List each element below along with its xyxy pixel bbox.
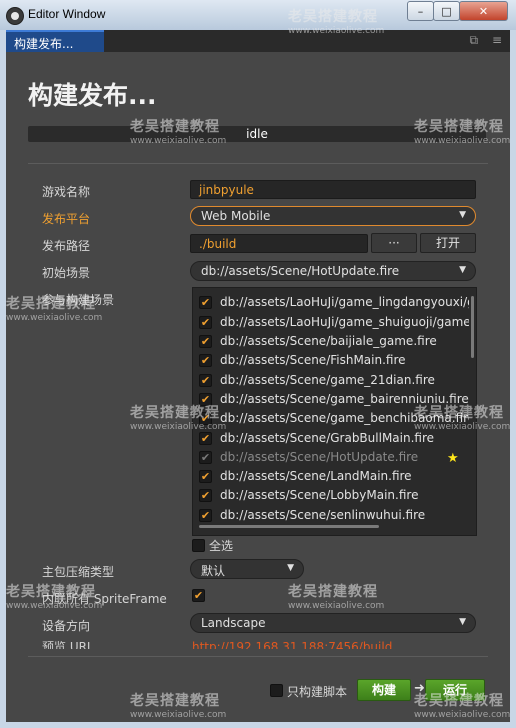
build-panel: 构建发布... idle 游戏名称 jinbpyule 发布平台 Web Mob… [6, 52, 510, 722]
scene-path: db://assets/LaoHuJi/game_shuiguoji/game_… [220, 315, 469, 329]
game-name-label: 游戏名称 [42, 185, 91, 199]
platform-value: Web Mobile [201, 209, 271, 223]
scene-path: db://assets/Scene/LobbyMain.fire [220, 488, 419, 502]
inline-spriteframe-label: 内联所有 SpriteFrame [42, 592, 167, 606]
list-item: ✔ db://assets/Scene/HotUpdate.fire [199, 449, 469, 467]
start-scene-select[interactable]: db://assets/Scene/HotUpdate.fire ▼ [190, 261, 476, 281]
scene-path: db://assets/Scene/game_bairenniuniu.fire [220, 392, 469, 406]
tab-bar: 构建发布... ⧉ ≡ [6, 30, 510, 52]
caret-down-icon: ▼ [459, 265, 466, 275]
scene-path: db://assets/Scene/game_21dian.fire [220, 373, 435, 387]
select-all-checkbox[interactable] [192, 539, 205, 552]
scene-path: db://assets/LaoHuJi/game_lingdangyouxi/g… [220, 295, 469, 309]
scene-checkbox[interactable]: ✔ [199, 374, 212, 387]
scene-path: db://assets/Scene/baijiale_game.fire [220, 334, 437, 348]
scene-checkbox[interactable]: ✔ [199, 509, 212, 522]
start-scene-label: 初始场景 [42, 266, 91, 280]
list-item[interactable]: ✔ db://assets/Scene/baijiale_game.fire [199, 333, 469, 351]
open-folder-button[interactable]: 打开 [420, 233, 476, 253]
build-status-bar: idle [28, 126, 486, 142]
build-script-only-label: 只构建脚本 [287, 685, 348, 699]
orientation-select[interactable]: Landscape ▼ [190, 613, 476, 633]
orientation-label: 设备方向 [42, 619, 91, 633]
window-titlebar: Editor Window – □ ✕ [0, 0, 516, 30]
list-item[interactable]: ✔ db://assets/LaoHuJi/game_lingdangyouxi… [199, 294, 469, 312]
caret-down-icon: ▼ [287, 563, 294, 573]
restore-icon[interactable]: ⧉ [470, 33, 479, 47]
preview-url-label: 预览 URL [42, 641, 94, 649]
window-frame-right [510, 30, 516, 728]
minimize-button[interactable]: – [407, 1, 434, 21]
scene-path: db://assets/Scene/game_benchibaoma.fire [220, 411, 469, 425]
horizontal-scrollbar[interactable] [199, 525, 379, 528]
platform-select[interactable]: Web Mobile ▼ [190, 206, 476, 226]
list-item[interactable]: ✔ db://assets/Scene/game_benchibaoma.fir… [199, 410, 469, 428]
scene-checkbox[interactable]: ✔ [199, 432, 212, 445]
compression-select[interactable]: 默认 ▼ [190, 559, 304, 579]
list-item[interactable]: ✔ db://assets/Scene/senlinwuhui.fire [199, 507, 469, 525]
run-button[interactable]: 运行 [425, 679, 485, 701]
list-item[interactable]: ✔ db://assets/Scene/LandMain.fire [199, 468, 469, 486]
included-scenes-label: 参与构建场景 [42, 293, 115, 307]
compression-label: 主包压缩类型 [42, 565, 115, 579]
caret-down-icon: ▼ [459, 617, 466, 627]
compression-value: 默认 [201, 564, 226, 578]
preview-url-link[interactable]: http://192.168.31.188:7456/build [192, 641, 392, 649]
list-item[interactable]: ✔ db://assets/LaoHuJi/game_shuiguoji/gam… [199, 314, 469, 332]
scene-checkbox[interactable]: ✔ [199, 393, 212, 406]
page-title: 构建发布... [28, 81, 157, 110]
scene-checkbox[interactable]: ✔ [199, 489, 212, 502]
start-scene-star-icon: ★ [447, 451, 459, 466]
build-button[interactable]: 构建 [357, 679, 411, 701]
build-path-label: 发布路径 [42, 239, 91, 253]
list-item[interactable]: ✔ db://assets/Scene/GrabBullMain.fire [199, 430, 469, 448]
scene-path: db://assets/Scene/senlinwuhui.fire [220, 508, 426, 522]
orientation-value: Landscape [201, 616, 266, 630]
browse-button[interactable]: ··· [371, 233, 417, 253]
scene-checkbox[interactable]: ✔ [199, 412, 212, 425]
caret-down-icon: ▼ [459, 210, 466, 220]
window-title: Editor Window [28, 7, 106, 21]
list-item[interactable]: ✔ db://assets/Scene/LobbyMain.fire [199, 487, 469, 505]
scene-checkbox[interactable]: ✔ [199, 335, 212, 348]
start-scene-value: db://assets/Scene/HotUpdate.fire [201, 264, 400, 278]
window-frame-bottom [0, 722, 516, 728]
app-logo-icon [6, 7, 24, 25]
scene-path: db://assets/Scene/GrabBullMain.fire [220, 431, 435, 445]
tab-build-publish[interactable]: 构建发布... [6, 30, 104, 52]
scene-checkbox[interactable]: ✔ [199, 316, 212, 329]
platform-label: 发布平台 [42, 212, 91, 226]
scene-checkbox[interactable]: ✔ [199, 296, 212, 309]
scene-path: db://assets/Scene/LandMain.fire [220, 469, 412, 483]
vertical-scrollbar[interactable] [471, 296, 474, 358]
list-item[interactable]: ✔ db://assets/Scene/FishMain.fire [199, 352, 469, 370]
close-button[interactable]: ✕ [459, 1, 508, 21]
build-script-only-checkbox[interactable] [270, 684, 283, 697]
footer-divider [28, 656, 488, 657]
inline-spriteframe-checkbox[interactable]: ✔ [192, 589, 205, 602]
divider [28, 163, 488, 164]
scene-checkbox[interactable]: ✔ [199, 354, 212, 367]
tab-icons: ⧉ ≡ [460, 33, 502, 48]
list-item[interactable]: ✔ db://assets/Scene/game_bairenniuniu.fi… [199, 391, 469, 409]
scene-checkbox[interactable]: ✔ [199, 470, 212, 483]
select-all-label: 全选 [209, 539, 234, 553]
scene-checkbox-disabled: ✔ [199, 451, 212, 464]
menu-icon[interactable]: ≡ [492, 33, 502, 47]
scene-list[interactable]: ✔ db://assets/LaoHuJi/game_lingdangyouxi… [192, 287, 477, 536]
maximize-button[interactable]: □ [433, 1, 460, 21]
game-name-input[interactable]: jinbpyule [190, 180, 476, 199]
scene-path: db://assets/Scene/HotUpdate.fire [220, 450, 419, 464]
build-path-input[interactable]: ./build [190, 234, 368, 253]
list-item[interactable]: ✔ db://assets/Scene/game_21dian.fire [199, 372, 469, 390]
scene-path: db://assets/Scene/FishMain.fire [220, 353, 406, 367]
arrow-right-icon: ➜ [414, 681, 425, 696]
